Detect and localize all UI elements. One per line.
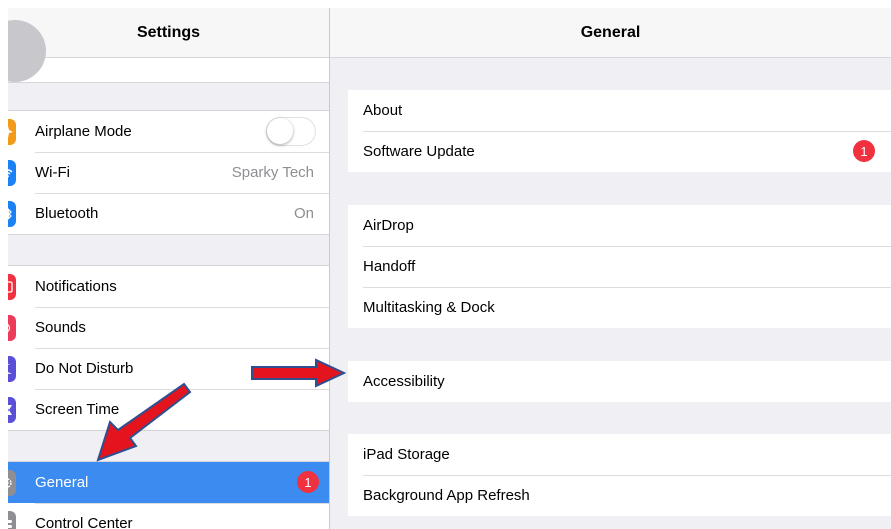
storage-group: iPad Storage Background App Refresh <box>348 434 891 516</box>
software-update-badge: 1 <box>853 140 875 162</box>
settings-title: Settings <box>136 23 201 41</box>
general-group: General 1 Control Center <box>8 461 329 529</box>
hourglass-icon <box>8 397 16 423</box>
sidebar-item-label: Bluetooth <box>35 205 99 222</box>
sidebar-item-bluetooth[interactable]: Bluetooth On <box>8 193 329 234</box>
sidebar-item-do-not-disturb[interactable]: Do Not Disturb <box>8 348 329 389</box>
bluetooth-icon <box>8 201 16 227</box>
sidebar-item-label: Control Center <box>35 515 133 529</box>
notification-badge: 1 <box>297 471 319 493</box>
sidebar-item-label: Wi-Fi <box>35 164 70 181</box>
gear-icon <box>8 470 16 496</box>
apple-id-row[interactable] <box>8 20 329 83</box>
wifi-icon <box>8 160 16 186</box>
list-item-label: About <box>363 102 403 119</box>
toggle-knob <box>267 118 293 144</box>
general-nav-bar: General <box>330 8 891 58</box>
settings-nav-bar: Settings <box>8 8 329 58</box>
sidebar-item-general[interactable]: General 1 <box>8 462 329 503</box>
sidebar-item-label: Notifications <box>35 278 117 295</box>
sidebar-item-notifications[interactable]: Notifications <box>8 266 329 307</box>
notifications-group: Notifications Sounds Do Not Disturb Scre… <box>8 265 329 431</box>
list-item-software-update[interactable]: Software Update 1 <box>348 131 891 172</box>
airplane-icon <box>8 119 16 145</box>
list-item-label: Accessibility <box>363 373 445 390</box>
list-item-handoff[interactable]: Handoff <box>348 246 891 287</box>
list-item-ipad-storage[interactable]: iPad Storage <box>348 434 891 475</box>
settings-sidebar: Settings Airplane Mode Wi-Fi Sparky Tech <box>8 8 329 529</box>
accessibility-group: Accessibility <box>348 361 891 402</box>
sidebar-item-wifi[interactable]: Wi-Fi Sparky Tech <box>8 152 329 193</box>
sidebar-item-label: General <box>35 474 89 491</box>
sidebar-item-screen-time[interactable]: Screen Time <box>8 389 329 430</box>
list-item-label: Handoff <box>363 258 416 275</box>
about-group: About Software Update 1 <box>348 90 891 172</box>
list-item-airdrop[interactable]: AirDrop <box>348 205 891 246</box>
control-center-icon <box>8 511 16 529</box>
sidebar-item-label: Do Not Disturb <box>35 360 134 377</box>
airplane-mode-toggle[interactable] <box>266 117 316 146</box>
list-item-label: iPad Storage <box>363 446 450 463</box>
general-detail-pane: General About Software Update 1 AirDrop … <box>330 8 891 529</box>
notifications-icon <box>8 274 16 300</box>
moon-icon <box>8 356 16 382</box>
general-title: General <box>580 23 641 41</box>
list-item-label: Software Update <box>363 143 475 160</box>
sidebar-item-control-center[interactable]: Control Center <box>8 503 329 529</box>
list-item-label: Background App Refresh <box>363 487 530 504</box>
airdrop-group: AirDrop Handoff Multitasking & Dock <box>348 205 891 328</box>
bluetooth-status-value: On <box>293 205 314 222</box>
list-item-label: Multitasking & Dock <box>363 299 495 316</box>
wifi-network-value: Sparky Tech <box>231 164 314 181</box>
connectivity-group: Airplane Mode Wi-Fi Sparky Tech Bluetoot… <box>8 110 329 235</box>
sidebar-item-airplane-mode[interactable]: Airplane Mode <box>8 111 329 152</box>
list-item-accessibility[interactable]: Accessibility <box>348 361 891 402</box>
sidebar-item-label: Sounds <box>35 319 86 336</box>
sidebar-item-sounds[interactable]: Sounds <box>8 307 329 348</box>
sounds-icon <box>8 315 16 341</box>
sidebar-item-label: Screen Time <box>35 401 120 418</box>
list-item-background-app-refresh[interactable]: Background App Refresh <box>348 475 891 516</box>
list-item-about[interactable]: About <box>348 90 891 131</box>
sidebar-item-label: Airplane Mode <box>35 123 132 140</box>
list-item-label: AirDrop <box>363 217 414 234</box>
list-item-multitasking-dock[interactable]: Multitasking & Dock <box>348 287 891 328</box>
